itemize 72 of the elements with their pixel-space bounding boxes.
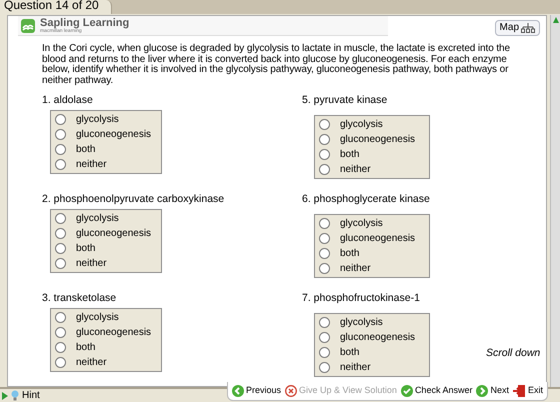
radio-button[interactable] bbox=[55, 114, 66, 125]
radio-button[interactable] bbox=[55, 258, 66, 269]
radio-button[interactable] bbox=[55, 327, 66, 338]
item-label: 1. aldolase bbox=[42, 94, 94, 106]
logo-icon bbox=[21, 18, 35, 32]
lightbulb-icon bbox=[11, 390, 19, 401]
radio-option[interactable]: glycolysis bbox=[319, 315, 429, 330]
radio-option[interactable]: glycolysis bbox=[319, 216, 429, 231]
check-icon bbox=[400, 385, 413, 397]
radio-option[interactable]: neither bbox=[319, 261, 429, 276]
item-label: 7. phosphofructokinase-1 bbox=[302, 292, 421, 304]
radio-option[interactable]: gluconeogenesis bbox=[55, 127, 161, 142]
item-label: 2. phosphoenolpyruvate carboxykinase bbox=[42, 193, 226, 205]
scroll-up-icon[interactable] bbox=[552, 17, 558, 23]
radio-button[interactable] bbox=[55, 213, 66, 224]
cross-icon bbox=[285, 385, 298, 397]
radio-option[interactable]: both bbox=[319, 246, 429, 261]
map-button[interactable]: Map bbox=[494, 20, 540, 36]
radio-option[interactable]: gluconeogenesis bbox=[319, 132, 429, 147]
radio-button[interactable] bbox=[319, 332, 330, 343]
radio-button[interactable] bbox=[55, 312, 66, 323]
radio-button[interactable] bbox=[319, 317, 330, 328]
radio-button[interactable] bbox=[319, 134, 330, 145]
play-icon[interactable] bbox=[2, 392, 8, 400]
radio-button[interactable] bbox=[55, 228, 66, 239]
radio-option[interactable]: both bbox=[319, 147, 429, 162]
radio-button[interactable] bbox=[319, 218, 330, 229]
radio-option[interactable]: gluconeogenesis bbox=[55, 226, 161, 241]
radio-button[interactable] bbox=[55, 129, 66, 140]
radio-option[interactable]: gluconeogenesis bbox=[319, 231, 429, 246]
radio-button[interactable] bbox=[319, 347, 330, 358]
radio-option[interactable]: both bbox=[319, 345, 429, 360]
radio-button[interactable] bbox=[319, 164, 330, 175]
radio-option[interactable]: gluconeogenesis bbox=[319, 330, 429, 345]
radio-button[interactable] bbox=[319, 149, 330, 160]
radio-button[interactable] bbox=[319, 248, 330, 259]
radio-option[interactable]: glycolysis bbox=[55, 112, 161, 127]
nav-button[interactable]: Exit bbox=[512, 384, 543, 398]
radio-option[interactable]: neither bbox=[319, 360, 429, 375]
nav-button[interactable]: Previous bbox=[232, 384, 282, 398]
item-label: 5. pyruvate kinase bbox=[302, 94, 388, 106]
radio-option[interactable]: both bbox=[55, 241, 161, 256]
radio-button[interactable] bbox=[55, 159, 66, 170]
network-icon bbox=[521, 22, 535, 32]
hint-button[interactable]: Hint bbox=[11, 388, 40, 402]
radio-button[interactable] bbox=[55, 357, 66, 368]
radio-button[interactable] bbox=[55, 243, 66, 254]
radio-button[interactable] bbox=[319, 362, 330, 373]
radio-option[interactable]: gluconeogenesis bbox=[55, 325, 161, 340]
radio-button[interactable] bbox=[319, 119, 330, 130]
item-label: 6. phosphoglycerate kinase bbox=[302, 193, 431, 205]
exit-door-icon bbox=[512, 385, 526, 397]
radio-option[interactable]: neither bbox=[55, 256, 161, 271]
item-label: 3. transketolase bbox=[42, 292, 118, 304]
question-tab[interactable]: Question 14 of 20 bbox=[0, 0, 112, 14]
brand-name: Sapling Learning bbox=[40, 18, 130, 28]
radio-option[interactable]: both bbox=[55, 142, 161, 157]
radio-button[interactable] bbox=[319, 263, 330, 274]
scroll-down-hint: Scroll down bbox=[486, 346, 540, 361]
nav-button[interactable]: Next bbox=[476, 384, 509, 398]
radio-option[interactable]: glycolysis bbox=[55, 310, 161, 325]
radio-option[interactable]: neither bbox=[55, 157, 161, 172]
radio-button[interactable] bbox=[319, 233, 330, 244]
radio-button[interactable] bbox=[55, 144, 66, 155]
radio-option[interactable]: neither bbox=[319, 162, 429, 177]
nav-button[interactable]: Check Answer bbox=[400, 384, 472, 398]
radio-option[interactable]: glycolysis bbox=[319, 117, 429, 132]
radio-option[interactable]: glycolysis bbox=[55, 211, 161, 226]
radio-button[interactable] bbox=[55, 342, 66, 353]
radio-option[interactable]: neither bbox=[55, 355, 161, 370]
radio-option[interactable]: both bbox=[55, 340, 161, 355]
question-text: In the Cori cycle, when glucose is degraded by glycolysis to lactate in muscle, the lactate is excreted into the blood and returns to the liver where it is converted back into glucose by gluconeogenesis. For each enzyme below, identify whether it is involved in the glycolysis pathyway, gluconeogenesis pathway, both pathways or neither pathway. bbox=[42, 44, 511, 86]
